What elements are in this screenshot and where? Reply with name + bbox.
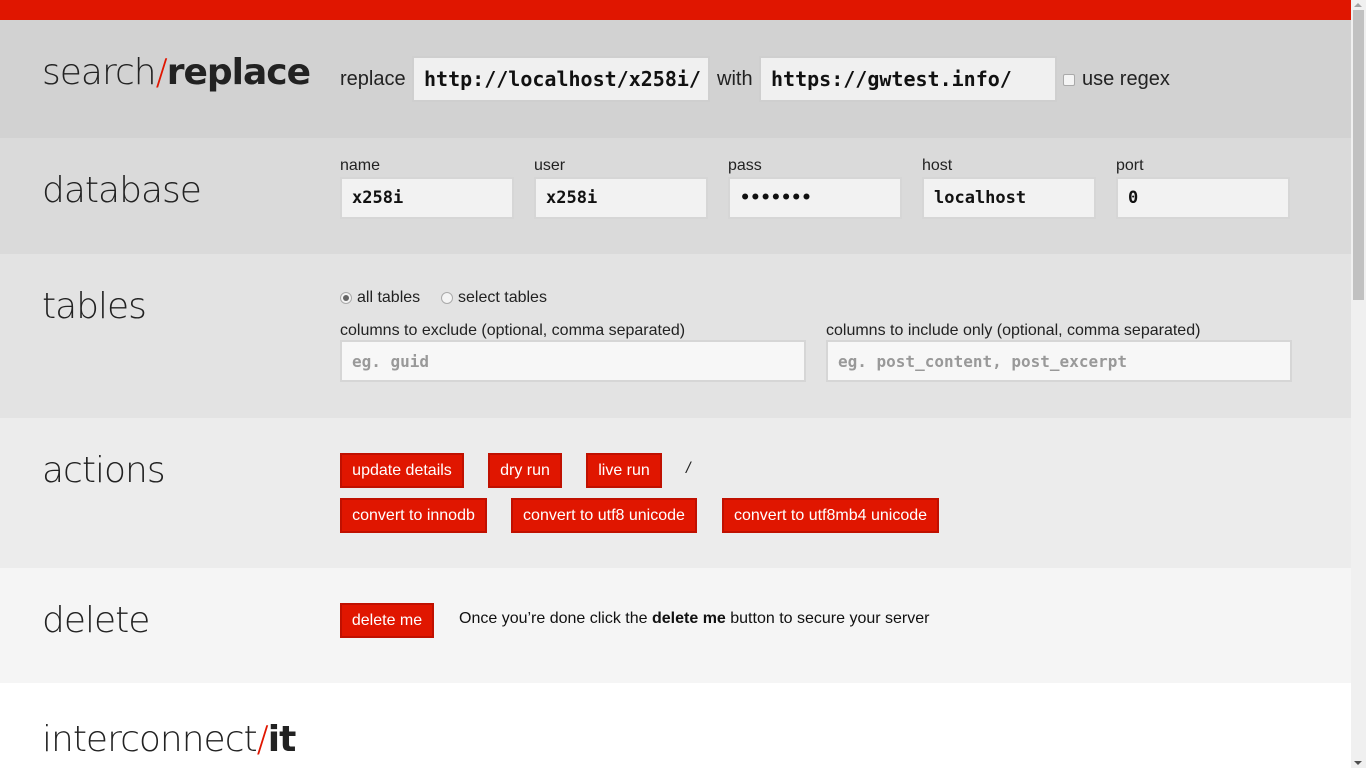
delete-text-after: button to secure your server: [725, 610, 930, 627]
delete-text-bold: delete me: [652, 610, 726, 627]
database-section: database name x258i user x258i pass ••••…: [0, 138, 1351, 254]
include-columns-label: columns to include only (optional, comma…: [826, 322, 1201, 339]
database-heading: database: [42, 170, 202, 211]
heading-slash: /: [155, 52, 168, 93]
with-input[interactable]: https://gwtest.info/: [759, 56, 1057, 102]
db-name-input[interactable]: x258i: [340, 177, 514, 219]
include-columns-input[interactable]: eg. post_content, post_excerpt: [826, 340, 1292, 382]
actions-heading: actions: [42, 450, 166, 491]
delete-section: delete delete me Once you’re done click …: [0, 568, 1351, 683]
use-regex-checkbox[interactable]: [1063, 74, 1075, 86]
tables-section: tables all tables select tables columns …: [0, 254, 1351, 418]
db-user-input[interactable]: x258i: [534, 177, 708, 219]
replace-input[interactable]: http://localhost/x258i/: [412, 56, 710, 102]
actions-separator: /: [686, 460, 691, 477]
db-name-label: name: [340, 157, 381, 174]
replace-label: replace: [340, 68, 406, 90]
tables-heading: tables: [42, 286, 147, 327]
brand-logo: interconnect/it: [42, 719, 297, 760]
live-run-button[interactable]: live run: [586, 453, 662, 488]
db-host-label: host: [922, 157, 953, 174]
select-tables-radio[interactable]: [441, 292, 453, 304]
db-user-field: user x258i: [534, 157, 708, 219]
all-tables-radio[interactable]: [340, 292, 352, 304]
exclude-columns-input[interactable]: eg. guid: [340, 340, 806, 382]
brand-slash: /: [256, 719, 269, 760]
scroll-up-arrow-icon[interactable]: [1354, 3, 1362, 7]
delete-text-before: Once you’re done click the: [459, 610, 652, 627]
db-name-field: name x258i: [340, 157, 514, 219]
footer-section: interconnect/it: [0, 683, 1351, 768]
brand-bold: it: [267, 719, 297, 760]
brand-light: interconnect: [42, 719, 258, 760]
db-host-field: host localhost: [922, 157, 1096, 219]
db-port-input[interactable]: 0: [1116, 177, 1290, 219]
convert-innodb-button[interactable]: convert to innodb: [340, 498, 487, 533]
db-user-label: user: [534, 157, 566, 174]
scroll-down-arrow-icon[interactable]: [1354, 761, 1362, 765]
convert-utf8-button[interactable]: convert to utf8 unicode: [511, 498, 697, 533]
db-host-input[interactable]: localhost: [922, 177, 1096, 219]
page: search/replace replace http://localhost/…: [0, 0, 1351, 768]
delete-instructions: Once you’re done click the delete me but…: [459, 610, 929, 628]
all-tables-label: all tables: [357, 289, 421, 306]
dry-run-button[interactable]: dry run: [488, 453, 562, 488]
top-accent-bar: [0, 0, 1351, 20]
heading-light: search: [42, 52, 157, 93]
search-replace-section: search/replace replace http://localhost/…: [0, 20, 1351, 138]
search-replace-heading: search/replace: [42, 52, 311, 93]
db-port-field: port 0: [1116, 157, 1290, 219]
select-tables-label: select tables: [458, 289, 547, 306]
vertical-scrollbar[interactable]: [1351, 0, 1366, 768]
db-port-label: port: [1116, 157, 1144, 174]
delete-me-button[interactable]: delete me: [340, 603, 434, 638]
convert-utf8mb4-button[interactable]: convert to utf8mb4 unicode: [722, 498, 939, 533]
with-label: with: [717, 68, 753, 90]
db-pass-field: pass •••••••: [728, 157, 902, 219]
delete-heading: delete: [42, 600, 150, 641]
scrollbar-thumb[interactable]: [1353, 10, 1364, 300]
update-details-button[interactable]: update details: [340, 453, 464, 488]
actions-section: actions update details dry run live run …: [0, 418, 1351, 568]
db-pass-input[interactable]: •••••••: [728, 177, 902, 219]
use-regex-label: use regex: [1082, 68, 1170, 90]
exclude-columns-label: columns to exclude (optional, comma sepa…: [340, 322, 686, 339]
heading-bold: replace: [166, 52, 311, 93]
db-pass-label: pass: [728, 157, 762, 174]
